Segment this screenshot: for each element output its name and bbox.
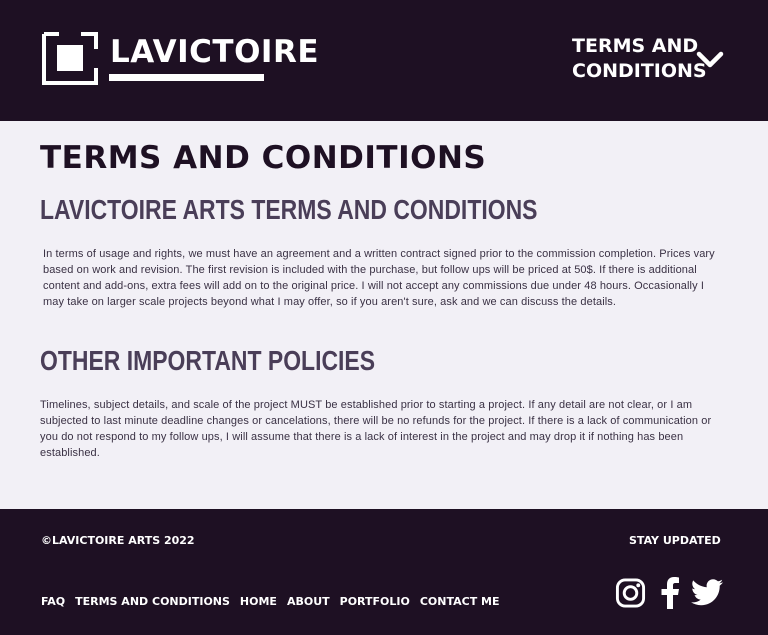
- footer-link-terms[interactable]: TERMS AND CONDITIONS: [75, 595, 230, 608]
- footer-link-about[interactable]: ABOUT: [287, 595, 330, 608]
- site-footer: ©LAVICTOIRE ARTS 2022 STAY UPDATED FAQ T…: [0, 509, 768, 635]
- nav-menu-label-line2: CONDITIONS: [572, 60, 707, 82]
- section-heading-terms: LAVICTOIRE ARTS TERMS AND CONDITIONS: [40, 194, 538, 225]
- stay-updated-label: STAY UPDATED: [629, 534, 721, 547]
- terms-paragraph: In terms of usage and rights, we must ha…: [43, 248, 715, 308]
- footer-nav: FAQ TERMS AND CONDITIONS HOME ABOUT PORT…: [41, 595, 500, 608]
- nav-menu-label-line1: TERMS AND: [572, 35, 699, 57]
- instagram-icon[interactable]: [615, 577, 646, 609]
- policies-paragraph: Timelines, subject details, and scale of…: [40, 399, 712, 459]
- logo-underline: [109, 74, 264, 81]
- footer-link-home[interactable]: HOME: [240, 595, 277, 608]
- chevron-down-icon[interactable]: [696, 51, 724, 69]
- facebook-icon[interactable]: [660, 577, 680, 609]
- footer-link-faq[interactable]: FAQ: [41, 595, 65, 608]
- section-heading-policies: OTHER IMPORTANT POLICIES: [40, 345, 376, 376]
- main-content: TERMS AND CONDITIONS LAVICTOIRE ARTS TER…: [0, 121, 768, 509]
- logo-text[interactable]: LAVICTOIRE: [110, 34, 319, 70]
- page-title: TERMS AND CONDITIONS: [40, 140, 487, 176]
- copyright-text: ©LAVICTOIRE ARTS 2022: [41, 534, 195, 547]
- twitter-icon[interactable]: [691, 577, 723, 609]
- logo-icon[interactable]: [41, 31, 99, 86]
- site-header: LAVICTOIRE TERMS AND CONDITIONS: [0, 0, 768, 121]
- footer-link-portfolio[interactable]: PORTFOLIO: [340, 595, 410, 608]
- footer-link-contact[interactable]: CONTACT ME: [420, 595, 500, 608]
- nav-menu-toggle[interactable]: TERMS AND CONDITIONS: [572, 34, 707, 84]
